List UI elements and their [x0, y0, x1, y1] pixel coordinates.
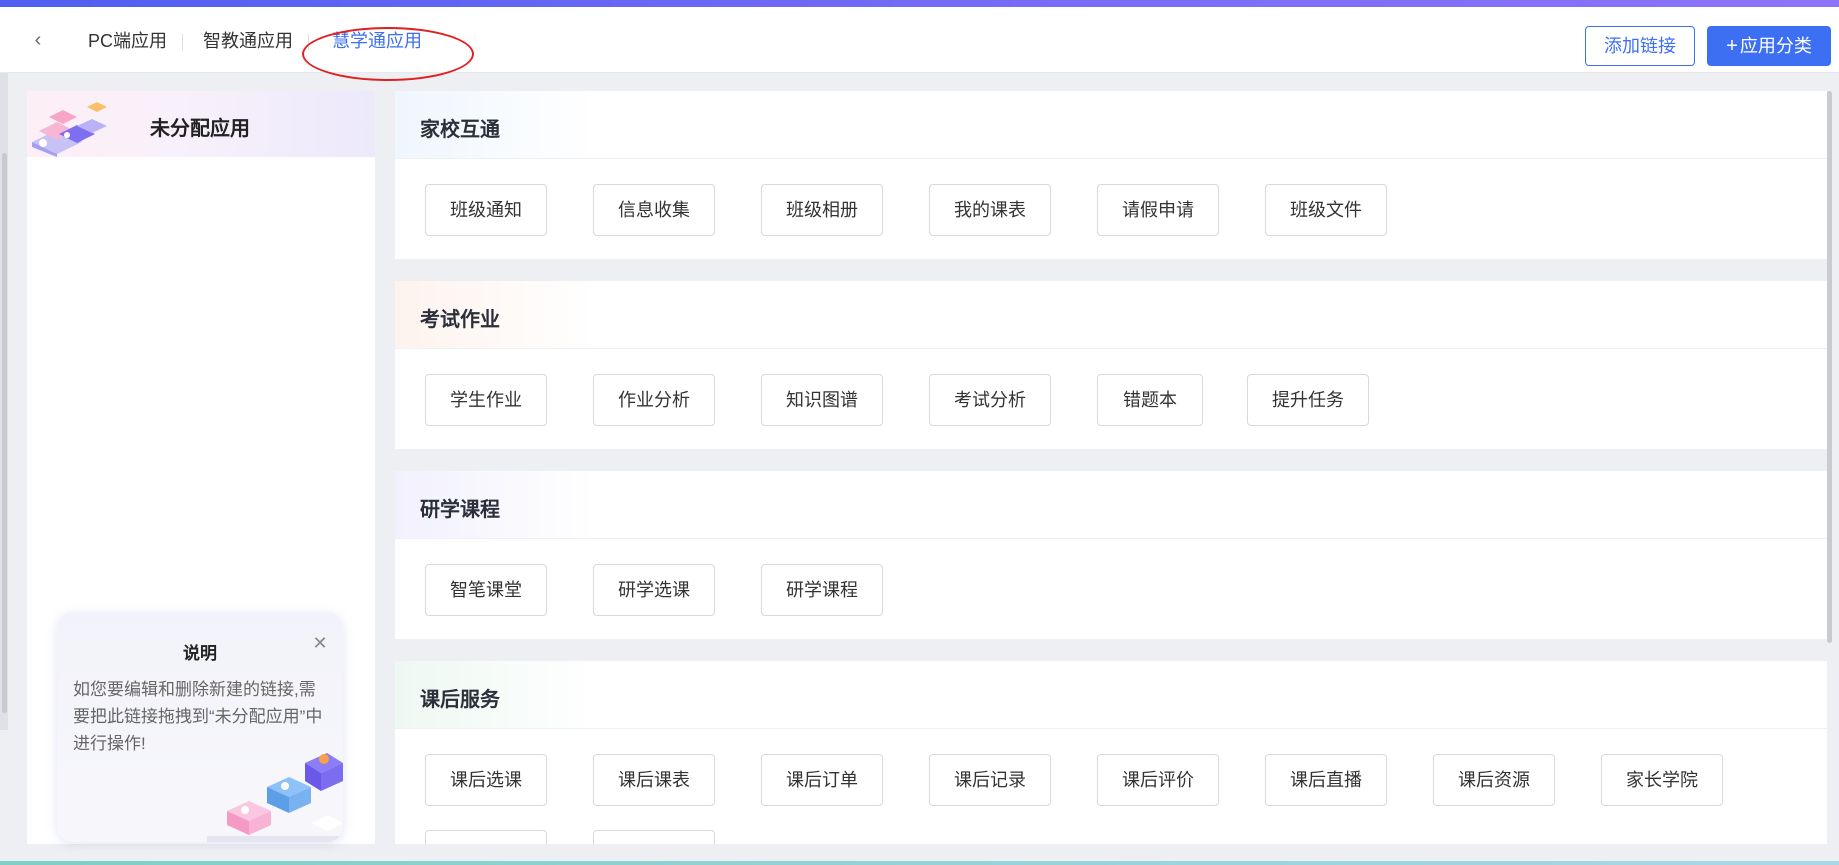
category-title: 考试作业	[420, 309, 500, 331]
app-item[interactable]: 提升任务	[1247, 374, 1369, 426]
app-item[interactable]: 我的课表	[929, 184, 1051, 236]
category-header: 课后服务	[395, 661, 1827, 729]
app-item[interactable]: 课后课表	[593, 754, 715, 806]
stairs-blocks-icon	[207, 753, 343, 842]
chevron-left-icon[interactable]: ‹	[28, 29, 48, 51]
app-item[interactable]: 信息收集	[593, 184, 715, 236]
app-item[interactable]: 课后直播	[1265, 754, 1387, 806]
app-item[interactable]: 班级相册	[761, 184, 883, 236]
add-link-button[interactable]: 添加链接	[1585, 26, 1695, 66]
tab-pc-apps[interactable]: PC端应用	[88, 29, 167, 53]
main-scrollbar-thumb[interactable]	[1827, 91, 1832, 643]
app-item[interactable]: 课后记录	[929, 754, 1051, 806]
category-section: 课后服务 课后选课 课后课表 课后订单 课后记录 课后评价 课后直播 课后资源 …	[395, 661, 1827, 844]
isometric-blocks-icon	[32, 102, 107, 157]
category-title: 研学课程	[420, 499, 500, 521]
category-header: 家校互通	[395, 91, 1827, 159]
left-edge-scrollbar[interactable]	[0, 73, 8, 730]
annotation-ellipse	[302, 27, 474, 81]
app-item-partial[interactable]	[425, 830, 547, 844]
app-item[interactable]: 班级通知	[425, 184, 547, 236]
category-header: 考试作业	[395, 281, 1827, 349]
instruction-title: 说明	[183, 644, 217, 663]
app-item[interactable]: 知识图谱	[761, 374, 883, 426]
tab-divider	[182, 34, 183, 50]
app-item[interactable]: 请假申请	[1097, 184, 1219, 236]
category-section: 考试作业 学生作业 作业分析 知识图谱 考试分析 错题本 提升任务	[395, 281, 1827, 449]
category-header: 研学课程	[395, 471, 1827, 539]
close-icon[interactable]: ✕	[311, 634, 329, 652]
bottom-accent-line	[0, 861, 1839, 865]
app-item[interactable]: 智笔课堂	[425, 564, 547, 616]
app-item[interactable]: 课后选课	[425, 754, 547, 806]
left-edge-scroll-thumb[interactable]	[2, 153, 7, 713]
app-item[interactable]: 课后订单	[761, 754, 883, 806]
app-item[interactable]: 课后资源	[1433, 754, 1555, 806]
category-section: 家校互通 班级通知 信息收集 班级相册 我的课表 请假申请 班级文件	[395, 91, 1827, 259]
app-item[interactable]: 家长学院	[1601, 754, 1723, 806]
instruction-card: 说明 ✕ 如您要编辑和删除新建的链接,需要把此链接拖拽到“未分配应用”中进行操作…	[57, 612, 343, 842]
category-list: 家校互通 班级通知 信息收集 班级相册 我的课表 请假申请 班级文件 考试作业 …	[395, 91, 1827, 844]
app-item[interactable]: 班级文件	[1265, 184, 1387, 236]
app-item[interactable]: 作业分析	[593, 374, 715, 426]
top-bar: ‹ PC端应用 智教通应用 慧学通应用 添加链接 + 应用分类	[0, 7, 1839, 81]
unassigned-apps-header: 未分配应用	[27, 91, 375, 157]
app-item[interactable]: 研学课程	[761, 564, 883, 616]
category-title: 家校互通	[420, 119, 500, 141]
tab-zhijiaotong-apps[interactable]: 智教通应用	[203, 29, 293, 53]
unassigned-apps-panel: 未分配应用 说明 ✕ 如您要编辑和删除新建的链接,需要把此链接拖拽到“未分配应用…	[27, 91, 375, 844]
top-accent-bar	[0, 0, 1839, 7]
app-item[interactable]: 学生作业	[425, 374, 547, 426]
plus-icon: +	[1726, 35, 1738, 57]
category-section: 研学课程 智笔课堂 研学选课 研学课程	[395, 471, 1827, 639]
category-title: 课后服务	[420, 689, 500, 711]
app-item-partial[interactable]	[593, 830, 715, 844]
app-item[interactable]: 研学选课	[593, 564, 715, 616]
app-category-button[interactable]: + 应用分类	[1707, 26, 1831, 66]
unassigned-apps-title: 未分配应用	[150, 118, 250, 140]
app-item[interactable]: 错题本	[1097, 374, 1203, 426]
app-item[interactable]: 课后评价	[1097, 754, 1219, 806]
app-category-label: 应用分类	[1739, 36, 1812, 56]
app-item[interactable]: 考试分析	[929, 374, 1051, 426]
